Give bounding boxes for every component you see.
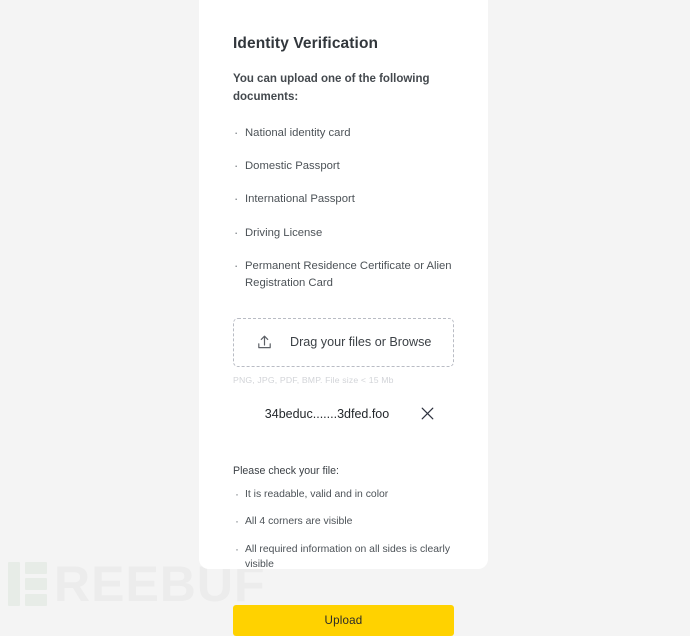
close-icon xyxy=(419,407,436,425)
list-item: All 4 corners are visible xyxy=(233,513,454,530)
remove-file-button[interactable] xyxy=(419,405,436,422)
list-item: All required information on all sides is… xyxy=(233,541,454,572)
dropzone-hint: PNG, JPG, PDF, BMP. File size < 15 Mb xyxy=(233,374,394,385)
file-checklist: It is readable, valid and in color All 4… xyxy=(233,486,454,572)
logo-stack xyxy=(25,562,47,606)
logo-stack-middle xyxy=(25,578,47,590)
file-name: 34beduc.......3dfed.foo xyxy=(264,406,390,421)
list-item: International Passport xyxy=(233,190,454,209)
list-item: Domestic Passport xyxy=(233,157,454,176)
selected-file-row: 34beduc.......3dfed.foo xyxy=(233,399,454,429)
upload-icon xyxy=(255,333,274,352)
logo-stack-bottom xyxy=(25,594,47,606)
list-item: National identity card xyxy=(233,124,454,143)
upload-button[interactable]: Upload xyxy=(233,605,454,636)
intro-text: You can upload one of the following docu… xyxy=(233,73,430,103)
identity-verification-card: Identity Verification You can upload one… xyxy=(199,0,488,636)
dropzone-label: Drag your files or Browse xyxy=(290,335,432,350)
logo-bar xyxy=(8,562,20,606)
list-item: It is readable, valid and in color xyxy=(233,486,454,503)
checklist-heading: Please check your file: xyxy=(233,464,339,477)
freebuf-logo-icon xyxy=(8,562,47,606)
logo-stack-top xyxy=(25,562,47,574)
list-item: Permanent Residence Certificate or Alien… xyxy=(233,257,454,291)
list-item: Driving License xyxy=(233,224,454,243)
page-title: Identity Verification xyxy=(233,35,379,52)
accepted-documents-list: National identity card Domestic Passport… xyxy=(233,124,454,291)
file-dropzone[interactable]: Drag your files or Browse xyxy=(233,317,454,367)
